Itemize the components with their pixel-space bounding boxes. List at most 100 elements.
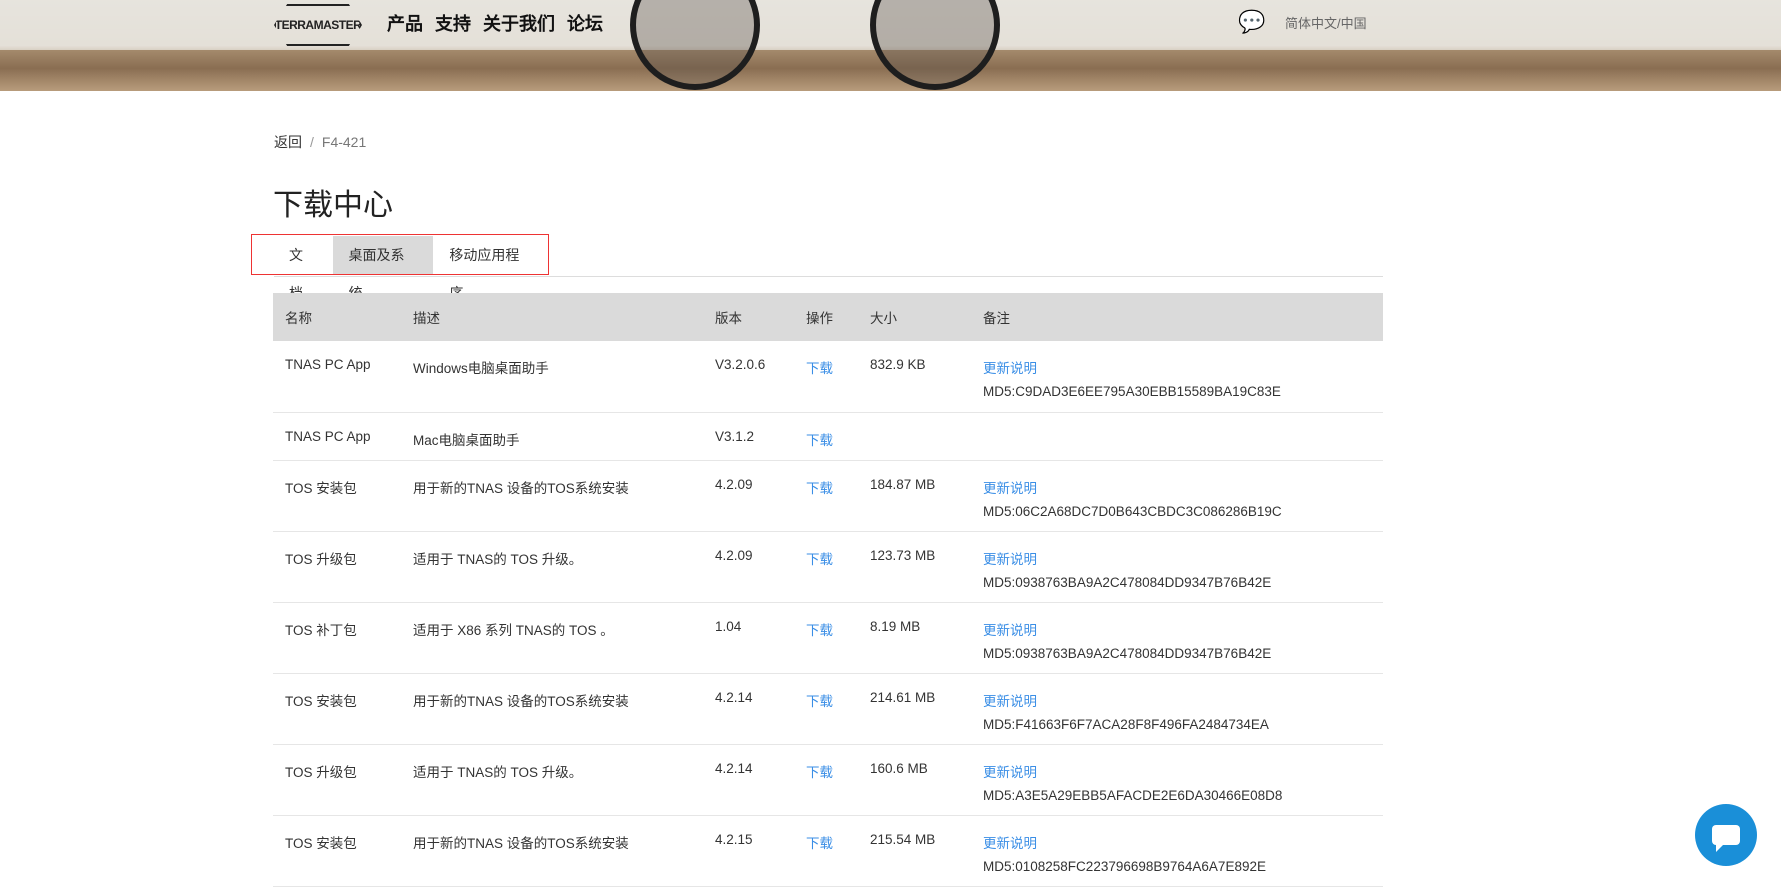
- cell-size: 8.19 MB: [858, 602, 971, 674]
- nav-forum[interactable]: 论坛: [567, 10, 603, 36]
- table-row: TOS 安装包 用于新的TNAS 设备的TOS系统安装 4.2.14 下载 21…: [273, 673, 1383, 745]
- download-link[interactable]: 下载: [806, 552, 833, 567]
- cell-name: TOS 安装包: [273, 673, 401, 745]
- md5-checksum: MD5:A3E5A29EBB5AFACDE2E6DA30466E08D8: [983, 787, 1283, 803]
- terramaster-logo[interactable]: TERRAMASTER: [274, 4, 362, 46]
- release-notes-link[interactable]: 更新说明: [983, 623, 1037, 638]
- download-link[interactable]: 下载: [806, 433, 833, 448]
- chat-bubbles-icon[interactable]: 💬: [1238, 9, 1265, 35]
- release-notes-link[interactable]: 更新说明: [983, 552, 1037, 567]
- breadcrumb: 返回 / F4-421: [274, 132, 366, 152]
- breadcrumb-back[interactable]: 返回: [274, 134, 302, 150]
- release-notes-link[interactable]: 更新说明: [983, 836, 1037, 851]
- col-name: 名称: [273, 293, 401, 341]
- cell-name: TOS 升级包: [273, 744, 401, 816]
- cell-notes: 更新说明 MD5:06C2A68DC7D0B643CBDC3C086286B19C: [971, 460, 1383, 532]
- chat-icon: [1712, 825, 1740, 852]
- cell-description: Mac电脑桌面助手: [401, 412, 703, 461]
- cell-name: TOS 安装包: [273, 460, 401, 532]
- col-action: 操作: [794, 293, 858, 341]
- cell-version: 4.2.09: [703, 531, 794, 603]
- download-link[interactable]: 下载: [806, 765, 833, 780]
- release-notes-link[interactable]: 更新说明: [983, 361, 1037, 376]
- cell-description: 用于新的TNAS 设备的TOS系统安装: [401, 815, 703, 887]
- banner-glasses-right: [870, 0, 1000, 90]
- md5-checksum: MD5:C9DAD3E6EE795A30EBB15589BA19C83E: [983, 384, 1281, 399]
- chat-button[interactable]: [1695, 804, 1757, 866]
- download-link[interactable]: 下载: [806, 623, 833, 638]
- banner-glasses-left: [630, 0, 760, 90]
- cell-name: TNAS PC App: [273, 412, 401, 461]
- cell-version: 4.2.09: [703, 460, 794, 532]
- md5-checksum: MD5:0108258FC223796698B9764A6A7E892E: [983, 858, 1266, 874]
- page-title: 下载中心: [273, 189, 393, 222]
- table-row: TNAS PC App Windows电脑桌面助手 V3.2.0.6 下载 83…: [273, 341, 1383, 413]
- cell-action: 下载: [794, 602, 858, 674]
- table-row: TOS 升级包 适用于 TNAS的 TOS 升级。 4.2.09 下载 123.…: [273, 531, 1383, 603]
- downloads-table: 名称 描述 版本 操作 大小 备注 TNAS PC App Windows电脑桌…: [273, 293, 1383, 887]
- main-nav: 产品 支持 关于我们 论坛: [387, 10, 603, 36]
- cell-description: 用于新的TNAS 设备的TOS系统安装: [401, 673, 703, 745]
- table-row: TOS 安装包 用于新的TNAS 设备的TOS系统安装 4.2.09 下载 18…: [273, 460, 1383, 532]
- download-link[interactable]: 下载: [806, 694, 833, 709]
- cell-name: TOS 补丁包: [273, 602, 401, 674]
- cell-notes: 更新说明 MD5:F41663F6F7ACA28F8F496FA2484734EA: [971, 673, 1383, 745]
- nav-about[interactable]: 关于我们: [483, 10, 555, 36]
- cell-description: 适用于 TNAS的 TOS 升级。: [401, 744, 703, 816]
- language-selector[interactable]: 简体中文/中国: [1285, 13, 1367, 32]
- download-link[interactable]: 下载: [806, 361, 833, 376]
- tab-divider: [274, 276, 1383, 277]
- header-banner: TERRAMASTER 产品 支持 关于我们 论坛 💬 简体中文/中国: [0, 0, 1781, 91]
- tab-bar: 文档 桌面及系统 移动应用程序: [251, 234, 549, 301]
- tab-mobile-apps[interactable]: 移动应用程序: [433, 236, 548, 301]
- col-description: 描述: [401, 293, 703, 341]
- cell-version: 1.04: [703, 602, 794, 674]
- cell-name: TOS 安装包: [273, 815, 401, 887]
- tab-documents[interactable]: 文档: [273, 236, 333, 301]
- breadcrumb-separator: /: [310, 134, 314, 150]
- cell-version: V3.1.2: [703, 412, 794, 461]
- cell-action: 下载: [794, 815, 858, 887]
- table-row: TOS 升级包 适用于 TNAS的 TOS 升级。 4.2.14 下载 160.…: [273, 744, 1383, 816]
- download-link[interactable]: 下载: [806, 836, 833, 851]
- release-notes-link[interactable]: 更新说明: [983, 694, 1037, 709]
- cell-action: 下载: [794, 744, 858, 816]
- cell-action: 下载: [794, 673, 858, 745]
- cell-size: 214.61 MB: [858, 673, 971, 745]
- table-row: TNAS PC App Mac电脑桌面助手 V3.1.2 下载: [273, 412, 1383, 461]
- cell-notes: 更新说明 MD5:A3E5A29EBB5AFACDE2E6DA30466E08D8: [971, 744, 1383, 816]
- cell-notes: [971, 412, 1383, 461]
- table-header-row: 名称 描述 版本 操作 大小 备注: [273, 293, 1383, 341]
- cell-description: 适用于 X86 系列 TNAS的 TOS 。: [401, 602, 703, 674]
- nav-products[interactable]: 产品: [387, 10, 423, 36]
- cell-description: 用于新的TNAS 设备的TOS系统安装: [401, 460, 703, 532]
- col-size: 大小: [858, 293, 971, 341]
- cell-name: TOS 升级包: [273, 531, 401, 603]
- cell-action: 下载: [794, 341, 858, 413]
- cell-size: 160.6 MB: [858, 744, 971, 816]
- nav-support[interactable]: 支持: [435, 10, 471, 36]
- md5-checksum: MD5:F41663F6F7ACA28F8F496FA2484734EA: [983, 716, 1269, 732]
- md5-checksum: MD5:0938763BA9A2C478084DD9347B76B42E: [983, 645, 1272, 661]
- cell-size: 215.54 MB: [858, 815, 971, 887]
- cell-notes: 更新说明 MD5:C9DAD3E6EE795A30EBB15589BA19C83E: [971, 341, 1383, 413]
- cell-notes: 更新说明 MD5:0938763BA9A2C478084DD9347B76B42E: [971, 531, 1383, 603]
- col-version: 版本: [703, 293, 794, 341]
- cell-size: 184.87 MB: [858, 460, 971, 532]
- cell-version: 4.2.14: [703, 744, 794, 816]
- cell-size: [858, 412, 971, 461]
- cell-size: 123.73 MB: [858, 531, 971, 603]
- cell-version: 4.2.15: [703, 815, 794, 887]
- cell-description: 适用于 TNAS的 TOS 升级。: [401, 531, 703, 603]
- cell-description: Windows电脑桌面助手: [401, 341, 703, 413]
- md5-checksum: MD5:06C2A68DC7D0B643CBDC3C086286B19C: [983, 503, 1282, 519]
- release-notes-link[interactable]: 更新说明: [983, 765, 1037, 780]
- tab-desktop-system[interactable]: 桌面及系统: [332, 236, 434, 301]
- release-notes-link[interactable]: 更新说明: [983, 481, 1037, 496]
- cell-action: 下载: [794, 531, 858, 603]
- breadcrumb-current: F4-421: [321, 134, 367, 150]
- table-row: TOS 补丁包 适用于 X86 系列 TNAS的 TOS 。 1.04 下载 8…: [273, 602, 1383, 674]
- table-row: TOS 安装包 用于新的TNAS 设备的TOS系统安装 4.2.15 下载 21…: [273, 815, 1383, 887]
- cell-size: 832.9 KB: [858, 341, 971, 413]
- download-link[interactable]: 下载: [806, 481, 833, 496]
